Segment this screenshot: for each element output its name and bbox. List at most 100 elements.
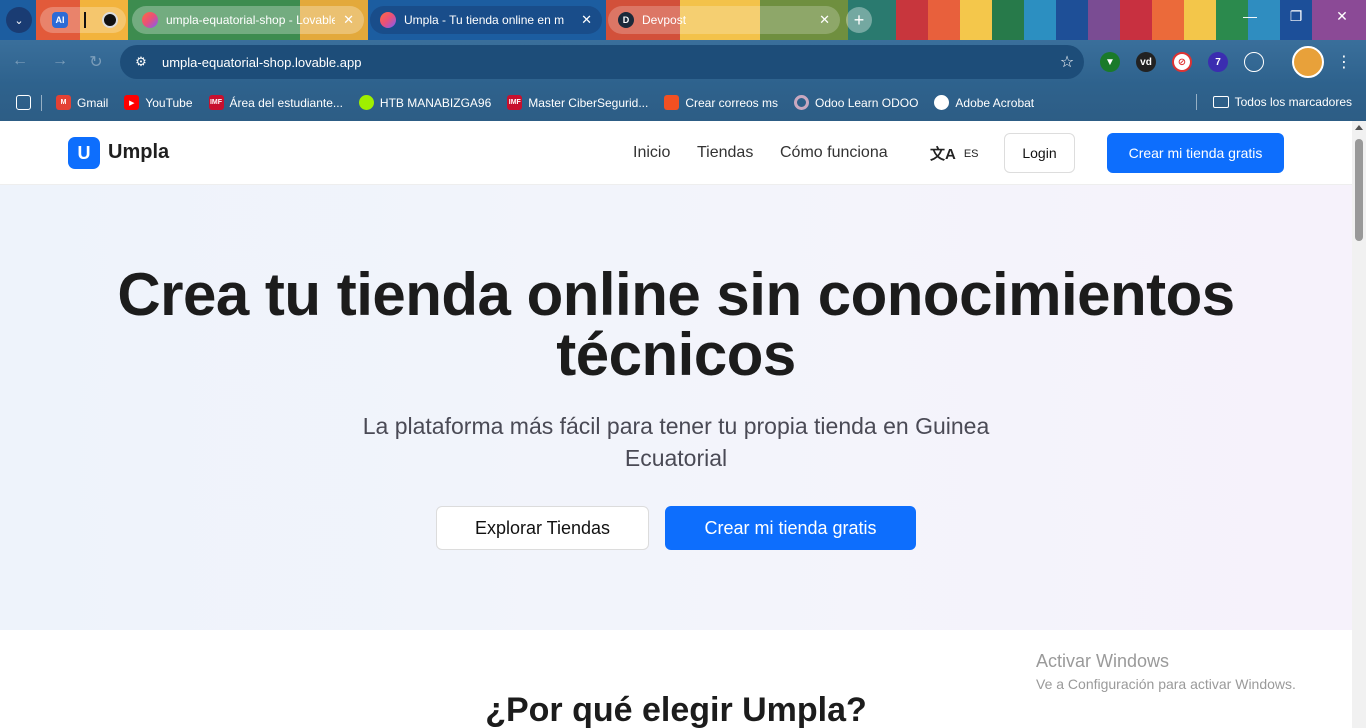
bookmark-label: Área del estudiante... <box>229 95 343 110</box>
page-viewport: U Umpla Inicio Tiendas Cómo funciona 文A … <box>0 121 1352 728</box>
language-code: ES <box>963 147 979 160</box>
lovable-favicon-icon <box>380 12 396 28</box>
outlook-icon <box>664 95 680 110</box>
tab-title: Umpla - Tu tienda online en m <box>404 13 565 27</box>
tab-title: Devpost <box>642 13 687 27</box>
profile-avatar[interactable] <box>1292 46 1324 78</box>
bookmark-label: Adobe Acrobat <box>955 95 1035 110</box>
bookmark-youtube[interactable]: ▶ YouTube <box>124 95 193 110</box>
browser-toolbar: ← → ↻ ⚙ umpla-equatorial-shop.lovable.ap… <box>0 40 1366 84</box>
openai-tab-icon[interactable] <box>102 12 118 28</box>
chevron-down-icon: ⌄ <box>14 14 24 27</box>
activation-message: Ve a Configuración para activar Windows. <box>1036 676 1296 692</box>
new-tab-button[interactable]: + <box>846 7 872 33</box>
hero-title: Crea tu tienda online sin conocimientos … <box>0 265 1352 385</box>
hero-title-line1: Crea tu tienda online sin conocimientos <box>117 261 1235 328</box>
bookmarks-separator <box>1195 94 1197 110</box>
lovable-favicon-icon <box>142 12 158 28</box>
devpost-favicon-icon: D <box>618 12 634 28</box>
bookmark-label: Gmail <box>77 95 109 110</box>
nav-tiendas[interactable]: Tiendas <box>697 144 753 162</box>
close-icon[interactable]: ✕ <box>343 12 354 28</box>
extension-badge: 7 <box>1215 56 1221 68</box>
address-bar[interactable]: ⚙ umpla-equatorial-shop.lovable.app ☆ <box>120 45 1084 79</box>
explore-stores-button[interactable]: Explorar Tiendas <box>436 506 649 550</box>
globe-icon <box>934 95 950 110</box>
browser-chrome: ⌄ AI umpla-equatorial-shop - Lovable ✕ U… <box>0 0 1366 121</box>
bookmark-adobe[interactable]: Adobe Acrobat <box>934 95 1034 110</box>
activation-title: Activar Windows <box>1036 651 1170 671</box>
tab-lovable[interactable]: umpla-equatorial-shop - Lovable ✕ <box>132 6 364 34</box>
logo-text[interactable]: Umpla <box>108 141 169 164</box>
tab-search-button[interactable]: ⌄ <box>6 7 32 33</box>
scroll-up-arrow-icon[interactable] <box>1355 125 1363 130</box>
odoo-icon <box>794 95 810 110</box>
hero-title-line2: técnicos <box>556 321 796 388</box>
folder-icon <box>1212 96 1229 108</box>
block-extension-icon[interactable]: ⊘ <box>1172 52 1192 72</box>
bookmark-label: YouTube <box>145 95 193 110</box>
hero-section: Crea tu tienda online sin conocimientos … <box>0 185 1352 630</box>
window-close-icon[interactable]: ✕ <box>1330 8 1354 25</box>
windows-activation-watermark: Activar Windows Ve a Configuración para … <box>1036 651 1296 692</box>
back-arrow-icon[interactable]: ← <box>8 52 32 70</box>
youtube-icon: ▶ <box>124 95 140 110</box>
tab-umpla[interactable]: Umpla - Tu tienda online en m ✕ <box>370 6 602 34</box>
plus-icon: + <box>853 9 865 30</box>
all-bookmarks-label: Todos los marcadores <box>1234 95 1352 109</box>
imf-icon: IMF <box>507 95 523 110</box>
site-header: U Umpla Inicio Tiendas Cómo funciona 文A … <box>0 121 1352 185</box>
bookmark-htb[interactable]: HTB MANABIZGA96 <box>358 95 492 110</box>
logo-mark[interactable]: U <box>68 137 100 169</box>
create-store-button[interactable]: Crear mi tienda gratis <box>665 506 916 550</box>
bookmark-odoo[interactable]: Odoo Learn ODOO <box>794 95 918 110</box>
hexagon-extension-icon[interactable]: 7 <box>1208 52 1228 72</box>
scroll-thumb[interactable] <box>1355 139 1363 241</box>
nav-inicio[interactable]: Inicio <box>633 144 670 162</box>
pinned-tab-icon[interactable] <box>84 12 86 28</box>
bookmark-star-icon[interactable]: ☆ <box>1050 52 1084 72</box>
site-settings-icon[interactable]: ⚙ <box>132 53 150 71</box>
bookmarks-separator <box>41 94 42 111</box>
tab-strip: ⌄ AI umpla-equatorial-shop - Lovable ✕ U… <box>0 0 1366 40</box>
bookmark-label: HTB MANABIZGA96 <box>379 95 492 110</box>
download-extension-icon[interactable]: ▼ <box>1100 52 1120 72</box>
minimize-icon[interactable]: — <box>1238 8 1262 24</box>
bookmarks-bar: M Gmail ▶ YouTube IMF Área del estudiant… <box>0 84 1366 121</box>
hero-subtitle-line2: Ecuatorial <box>624 445 728 471</box>
login-button[interactable]: Login <box>1004 133 1075 173</box>
extensions-puzzle-icon[interactable] <box>1244 52 1264 72</box>
close-icon[interactable]: ✕ <box>819 12 830 28</box>
bookmark-outlook[interactable]: Crear correos ms <box>664 95 778 110</box>
hero-subtitle-line1: La plataforma más fácil para tener tu pr… <box>362 413 990 439</box>
bookmark-imf-student[interactable]: IMF Área del estudiante... <box>208 95 343 110</box>
imf-icon: IMF <box>208 95 224 110</box>
nav-como-funciona[interactable]: Cómo funciona <box>780 144 888 162</box>
why-umpla-heading: ¿Por qué elegir Umpla? <box>485 691 867 728</box>
tab-title: umpla-equatorial-shop - Lovable <box>166 13 336 27</box>
bookmark-gmail[interactable]: M Gmail <box>56 95 108 110</box>
close-icon[interactable]: ✕ <box>581 12 592 28</box>
vd-extension-icon[interactable]: vd <box>1136 52 1156 72</box>
apps-grid-icon[interactable] <box>16 95 31 110</box>
tab-devpost[interactable]: D Devpost ✕ <box>608 6 840 34</box>
hero-subtitle: La plataforma más fácil para tener tu pr… <box>326 410 1026 474</box>
translate-icon: 文A <box>930 146 956 163</box>
language-switcher[interactable]: 文A ES <box>930 143 979 164</box>
page-scrollbar[interactable] <box>1352 121 1366 728</box>
reload-icon[interactable]: ↻ <box>84 52 108 72</box>
forward-arrow-icon[interactable]: → <box>48 52 72 70</box>
ai-tab-icon[interactable]: AI <box>52 12 68 28</box>
gmail-icon: M <box>56 95 71 110</box>
more-menu-icon[interactable]: ⋮ <box>1336 52 1352 72</box>
create-store-header-button[interactable]: Crear mi tienda gratis <box>1107 133 1284 173</box>
htb-cube-icon <box>358 95 374 110</box>
bookmark-label: Crear correos ms <box>685 95 779 110</box>
restore-icon[interactable]: ❐ <box>1284 8 1308 25</box>
bookmark-label: Master CiberSegurid... <box>528 95 649 110</box>
pinned-tab-group[interactable]: AI <box>40 7 126 33</box>
bookmark-label: Odoo Learn ODOO <box>815 95 919 110</box>
bookmark-imf-master[interactable]: IMF Master CiberSegurid... <box>507 95 648 110</box>
all-bookmarks[interactable]: Todos los marcadores <box>1195 94 1352 110</box>
url-text[interactable]: umpla-equatorial-shop.lovable.app <box>162 55 1038 70</box>
